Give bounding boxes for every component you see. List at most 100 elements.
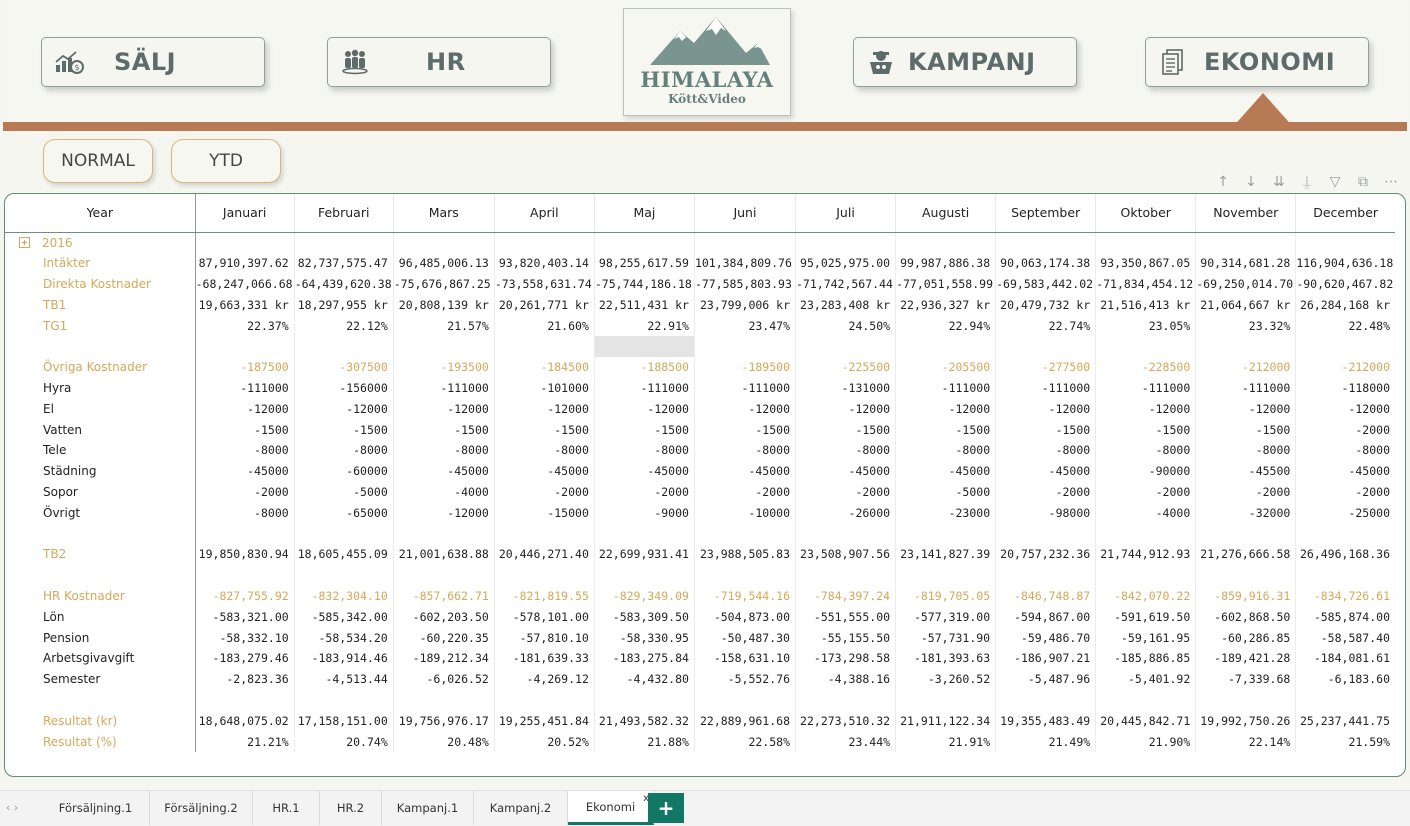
value-cell[interactable]: 22.91% xyxy=(593,315,695,336)
value-cell[interactable]: 22,511,431 kr xyxy=(593,294,695,316)
value-cell[interactable]: 19,992,750.26 xyxy=(1195,710,1296,732)
nav-kampanj-button[interactable]: KAMPANJ xyxy=(853,37,1077,87)
value-cell[interactable]: -583,321.00 xyxy=(194,606,295,628)
value-cell[interactable]: -4,513.44 xyxy=(293,668,394,690)
value-cell[interactable]: -504,873.00 xyxy=(693,606,796,628)
value-cell[interactable]: -59,486.70 xyxy=(995,627,1096,648)
value-cell[interactable]: -12000 xyxy=(794,398,896,420)
value-cell[interactable]: 18,605,455.09 xyxy=(293,543,394,565)
value-cell[interactable]: -75,744,186.18 xyxy=(593,273,695,295)
value-cell[interactable]: -2000 xyxy=(593,481,695,503)
value-cell[interactable]: 22.12% xyxy=(293,315,394,336)
value-cell[interactable]: -12000 xyxy=(493,398,595,420)
value-cell[interactable]: -189500 xyxy=(693,356,796,378)
value-cell[interactable]: -77,051,558.99 xyxy=(895,273,996,295)
value-cell[interactable]: -3,260.52 xyxy=(895,668,996,690)
value-cell[interactable] xyxy=(794,564,896,586)
value-cell[interactable]: -1500 xyxy=(995,419,1096,440)
value-cell[interactable]: -8000 xyxy=(194,439,295,461)
value-cell[interactable]: 21,516,413 kr xyxy=(1095,294,1196,316)
value-cell[interactable]: -45000 xyxy=(995,460,1096,482)
value-cell[interactable]: -45000 xyxy=(593,460,695,482)
month-column-header[interactable]: September xyxy=(995,194,1096,233)
value-cell[interactable]: -12000 xyxy=(293,398,394,420)
value-cell[interactable]: -5,487.96 xyxy=(995,668,1096,690)
value-cell[interactable]: -4,432.80 xyxy=(593,668,695,690)
value-cell[interactable]: -277500 xyxy=(995,356,1096,378)
value-cell[interactable]: 93,820,403.14 xyxy=(493,252,595,274)
value-cell[interactable]: 21.60% xyxy=(493,315,595,336)
value-cell[interactable]: -2000 xyxy=(194,481,295,503)
value-cell[interactable]: -821,819.55 xyxy=(493,585,595,607)
value-cell[interactable]: -4,388.16 xyxy=(794,668,896,690)
value-cell[interactable]: 23.47% xyxy=(693,315,796,336)
filter-icon[interactable]: ▽ xyxy=(1324,173,1346,191)
value-cell[interactable] xyxy=(493,335,595,357)
value-cell[interactable]: -1500 xyxy=(293,419,394,440)
value-cell[interactable]: 20,261,771 kr xyxy=(493,294,595,316)
value-cell[interactable] xyxy=(1295,335,1395,357)
value-cell[interactable]: 23.32% xyxy=(1195,315,1296,336)
value-cell[interactable] xyxy=(995,523,1096,544)
value-cell[interactable] xyxy=(392,335,495,357)
value-cell[interactable]: -9000 xyxy=(593,502,695,524)
normal-button[interactable]: NORMAL xyxy=(43,139,153,183)
value-cell[interactable]: -205500 xyxy=(895,356,996,378)
value-cell[interactable] xyxy=(1295,689,1395,711)
value-cell[interactable]: 22.14% xyxy=(1195,731,1296,752)
value-cell[interactable]: 96,485,006.13 xyxy=(392,252,495,274)
value-cell[interactable]: 22.58% xyxy=(693,731,796,752)
value-cell[interactable]: 21,064,667 kr xyxy=(1195,294,1296,316)
value-cell[interactable]: -181,639.33 xyxy=(493,647,595,669)
value-cell[interactable]: -60,286.85 xyxy=(1195,627,1296,648)
value-cell[interactable]: -1500 xyxy=(392,419,495,440)
value-cell[interactable]: -585,342.00 xyxy=(293,606,394,628)
value-cell[interactable]: 22,699,931.41 xyxy=(593,543,695,565)
value-cell[interactable]: -2000 xyxy=(995,481,1096,503)
value-cell[interactable]: -583,309.50 xyxy=(593,606,695,628)
value-cell[interactable]: 99,987,886.38 xyxy=(895,252,996,274)
value-cell[interactable] xyxy=(194,689,295,711)
value-cell[interactable]: -65000 xyxy=(293,502,394,524)
value-cell[interactable]: -8000 xyxy=(1295,439,1395,461)
value-cell[interactable]: -184500 xyxy=(493,356,595,378)
value-cell[interactable]: -183,275.84 xyxy=(593,647,695,669)
value-cell[interactable]: -158,631.10 xyxy=(693,647,796,669)
value-cell[interactable]: -68,247,066.68 xyxy=(194,273,295,295)
value-cell[interactable]: -857,662.71 xyxy=(392,585,495,607)
value-cell[interactable]: -90,620,467.82 xyxy=(1295,273,1395,295)
value-cell[interactable]: 116,904,636.18 xyxy=(1295,252,1395,274)
value-cell[interactable]: -2000 xyxy=(1295,481,1395,503)
value-cell[interactable]: 21.57% xyxy=(392,315,495,336)
value-cell[interactable]: -225500 xyxy=(794,356,896,378)
value-cell[interactable]: -846,748.87 xyxy=(995,585,1096,607)
value-cell[interactable]: 20,808,139 kr xyxy=(392,294,495,316)
value-cell[interactable]: -23000 xyxy=(895,502,996,524)
value-cell[interactable]: -577,319.00 xyxy=(895,606,996,628)
value-cell[interactable] xyxy=(995,689,1096,711)
value-cell[interactable]: -111000 xyxy=(1095,377,1196,399)
value-cell[interactable]: 95,025,975.00 xyxy=(794,252,896,274)
value-cell[interactable]: -45000 xyxy=(693,460,796,482)
value-cell[interactable]: 23,508,907.56 xyxy=(794,543,896,565)
value-cell[interactable]: -60,220.35 xyxy=(392,627,495,648)
value-cell[interactable] xyxy=(995,335,1096,357)
value-cell[interactable] xyxy=(693,564,796,586)
value-cell[interactable]: -57,731.90 xyxy=(895,627,996,648)
value-cell[interactable]: -2000 xyxy=(693,481,796,503)
value-cell[interactable]: -189,212.34 xyxy=(392,647,495,669)
value-cell[interactable]: -193500 xyxy=(392,356,495,378)
value-cell[interactable]: -594,867.00 xyxy=(995,606,1096,628)
value-cell[interactable] xyxy=(693,335,796,357)
value-cell[interactable] xyxy=(493,523,595,544)
value-cell[interactable]: -2000 xyxy=(1195,481,1296,503)
value-cell[interactable]: -101000 xyxy=(493,377,595,399)
value-cell[interactable]: -8000 xyxy=(1195,439,1296,461)
value-cell[interactable]: -8000 xyxy=(693,439,796,461)
value-cell[interactable]: -111000 xyxy=(593,377,695,399)
value-cell[interactable]: -212000 xyxy=(1295,356,1395,378)
tab-scroll-arrows-icon[interactable]: ‹ › xyxy=(6,801,18,814)
value-cell[interactable]: -7,339.68 xyxy=(1195,668,1296,690)
value-cell[interactable] xyxy=(392,564,495,586)
drill-down-icon[interactable]: ↓ xyxy=(1240,173,1262,191)
